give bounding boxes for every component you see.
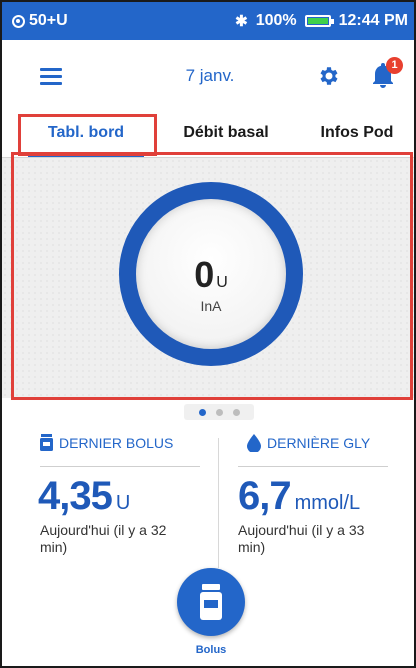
gear-icon[interactable] <box>317 64 341 88</box>
vertical-divider <box>218 438 219 568</box>
battery-icon <box>304 15 334 27</box>
last-bolus-value: 4,35 U <box>38 474 130 519</box>
tab-basal-rate[interactable]: Débit basal <box>166 124 286 142</box>
status-bar: 50+U ✱ 100% 12:44 PM <box>2 2 414 40</box>
pod-status: 50+U <box>12 12 68 30</box>
page-dot-2[interactable] <box>215 408 223 416</box>
vial-icon <box>40 434 53 451</box>
battery-percent: 100% <box>255 12 297 29</box>
last-bolus-number: 4,35 <box>38 474 113 518</box>
dashboard-highlight-box <box>11 152 413 400</box>
last-bolus-unit: U <box>115 492 131 514</box>
bolus-button-label: Bolus <box>195 644 227 656</box>
page-dot-3[interactable] <box>232 408 240 416</box>
status-time: 12:44 PM <box>338 12 408 29</box>
last-bg-time: Aujourd'hui (il y a 33 min) <box>238 522 365 555</box>
last-bg-unit: mmol/L <box>294 492 361 514</box>
last-bolus-label: DERNIER BOLUS <box>59 434 174 451</box>
bolus-button[interactable] <box>177 568 245 636</box>
pod-status-text: 50+U <box>29 12 68 29</box>
vial-icon <box>200 584 222 620</box>
pod-icon <box>12 14 25 28</box>
screen-frame: 50+U ✱ 100% 12:44 PM 7 janv. 1 Tabl. bor… <box>0 0 416 668</box>
tab-highlight-box <box>18 114 157 156</box>
divider <box>40 466 200 467</box>
notification-badge: 1 <box>386 57 403 74</box>
last-bg-number: 6,7 <box>238 474 292 518</box>
bluetooth-icon: ✱ <box>235 13 248 30</box>
tab-pod-info[interactable]: Infos Pod <box>302 124 412 142</box>
last-bg-value: 6,7 mmol/L <box>238 474 360 519</box>
last-bolus-header: DERNIER BOLUS <box>40 434 173 451</box>
last-bg-label: DERNIÈRE GLY <box>267 435 371 451</box>
page-indicator[interactable] <box>184 404 254 420</box>
blood-drop-icon <box>247 434 261 452</box>
last-bg-header: DERNIÈRE GLY <box>247 434 370 452</box>
date-title: 7 janv. <box>185 66 235 85</box>
page-dot-1[interactable] <box>198 408 206 416</box>
status-right: ✱ 100% 12:44 PM <box>235 12 408 30</box>
app-bar: 7 janv. 1 <box>2 40 414 112</box>
divider <box>238 466 388 467</box>
last-bolus-time: Aujourd'hui (il y a 32 min) <box>40 522 167 555</box>
